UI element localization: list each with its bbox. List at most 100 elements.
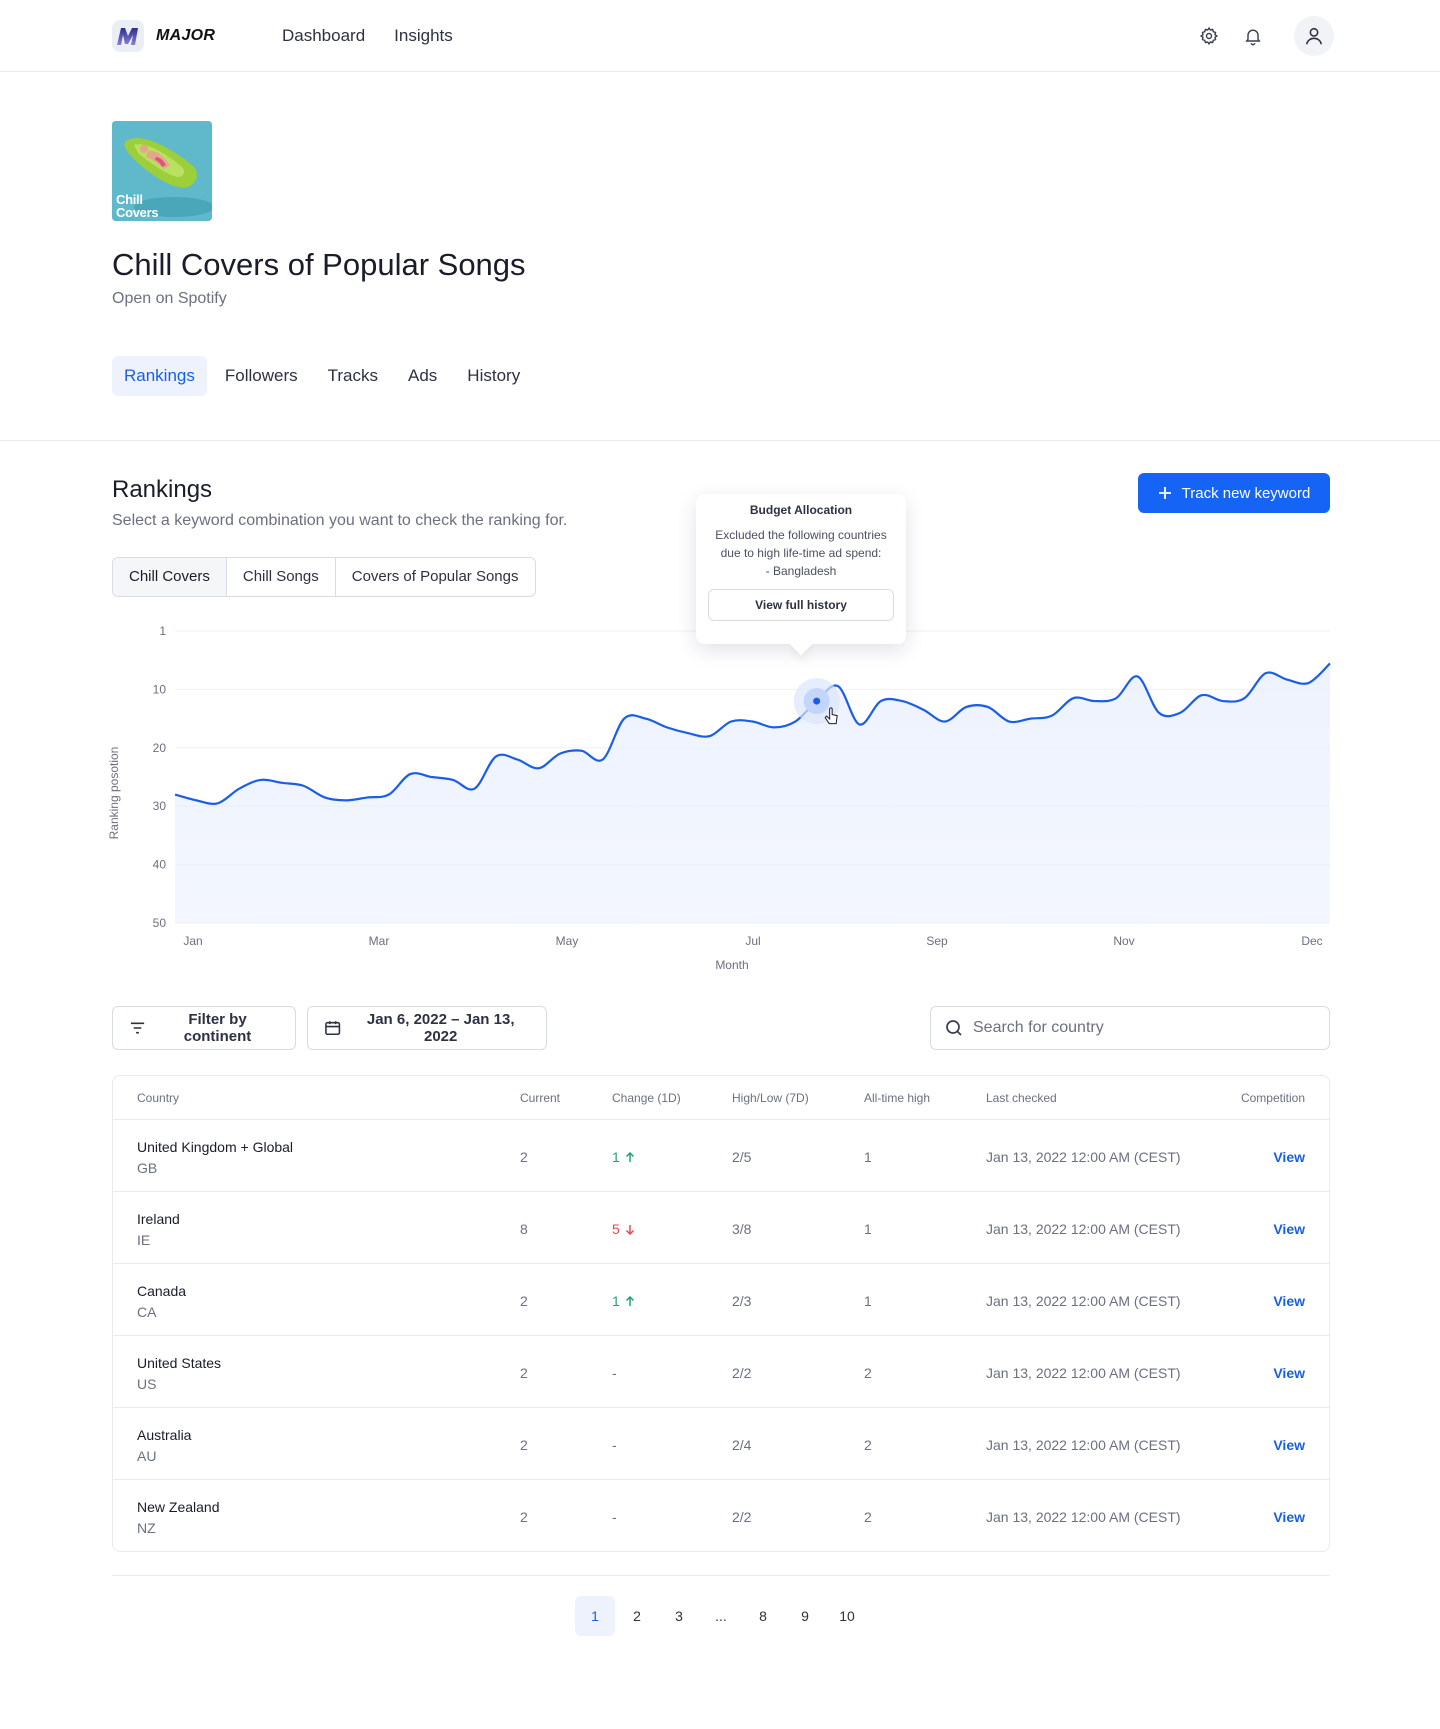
tab-tracks[interactable]: Tracks [316, 356, 390, 396]
pagination-divider [112, 1575, 1330, 1576]
country-code: NZ [137, 1520, 156, 1536]
tab-history[interactable]: History [455, 356, 532, 396]
last-checked: Jan 13, 2022 12:00 AM (CEST) [986, 1149, 1181, 1165]
page-button[interactable]: 1 [575, 1596, 615, 1636]
country-code: AU [137, 1448, 157, 1464]
tab-followers[interactable]: Followers [213, 356, 310, 396]
view-competition-link[interactable]: View [1273, 1365, 1305, 1381]
table-row: New Zealand NZ 2 - 2/2 2 Jan 13, 2022 12:00 AM… [113, 1480, 1329, 1551]
all-time-high: 2 [864, 1365, 872, 1381]
ranking-chart[interactable]: 1 10 20 30 40 50 Jan Mar May Jul Sep Nov Dec Month [0, 610, 1440, 980]
section-divider [0, 440, 1440, 441]
page-button[interactable]: 3 [659, 1596, 699, 1636]
change-cell: - [612, 1437, 617, 1453]
y-tick-label: 50 [153, 916, 167, 930]
page-button[interactable]: 10 [827, 1596, 867, 1636]
table-row: United States US 2 - 2/2 2 Jan 13, 2022 12:00 … [113, 1336, 1329, 1408]
view-competition-link[interactable]: View [1273, 1293, 1305, 1309]
x-tick-label: Sep [926, 934, 948, 948]
all-time-high: 2 [864, 1509, 872, 1525]
keyword-chill-covers[interactable]: Chill Covers [113, 558, 227, 596]
y-tick-label: 1 [159, 624, 166, 638]
all-time-high: 1 [864, 1221, 872, 1237]
cover-label-line2: Covers [116, 205, 159, 220]
country-cell: Australia AU [137, 1427, 191, 1464]
change-cell: 5 [612, 1221, 635, 1237]
open-on-spotify-link[interactable]: Open on Spotify [112, 290, 227, 308]
change-cell: - [612, 1365, 617, 1381]
logo-mark-icon [112, 20, 144, 52]
page-button[interactable]: 2 [617, 1596, 657, 1636]
all-time-high: 1 [864, 1149, 872, 1165]
arrow-down-icon [625, 1224, 634, 1235]
country-code: CA [137, 1304, 157, 1320]
page-button[interactable]: 9 [785, 1596, 825, 1636]
x-tick-label: Dec [1301, 934, 1322, 948]
x-tick-label: Jan [183, 934, 202, 948]
keyword-chill-songs[interactable]: Chill Songs [227, 558, 336, 596]
high-low: 2/3 [732, 1293, 752, 1309]
search-icon [946, 1020, 962, 1036]
header-last-checked: Last checked [986, 1091, 1057, 1105]
view-competition-link[interactable]: View [1273, 1221, 1305, 1237]
date-range-button[interactable]: Jan 6, 2022 – Jan 13, 2022 [307, 1006, 547, 1050]
header-change: Change (1D) [612, 1091, 681, 1105]
table-row: United Kingdom + Global GB 2 1 2/5 1 Jan 13, 2… [113, 1120, 1329, 1192]
y-tick-label: 30 [153, 799, 167, 813]
current-rank: 2 [520, 1509, 528, 1525]
view-competition-link[interactable]: View [1273, 1437, 1305, 1453]
page-title: Chill Covers of Popular Songs [112, 247, 526, 282]
page-button[interactable]: 8 [743, 1596, 783, 1636]
avatar[interactable] [1294, 16, 1334, 56]
rankings-title: Rankings [112, 476, 213, 503]
nav-dashboard[interactable]: Dashboard [282, 26, 365, 46]
bell-icon [1245, 29, 1261, 46]
tab-rankings[interactable]: Rankings [112, 356, 207, 396]
user-icon [1305, 27, 1323, 45]
country-code: GB [137, 1160, 158, 1176]
x-axis-title: Month [715, 958, 748, 972]
change-cell: - [612, 1509, 617, 1525]
logo[interactable]: MAJOR [112, 20, 215, 52]
cover-label: Chill Covers [116, 193, 159, 220]
view-full-history-button[interactable]: View full history [708, 589, 894, 621]
header-highlow: High/Low (7D) [732, 1091, 809, 1105]
filter-icon [130, 1022, 145, 1034]
change-value: 1 [612, 1293, 620, 1309]
last-checked: Jan 13, 2022 12:00 AM (CEST) [986, 1221, 1181, 1237]
tooltip-line: due to high life-time ad spend: [720, 546, 882, 560]
keyword-covers-of-popular-songs[interactable]: Covers of Popular Songs [336, 558, 535, 596]
brand-name: MAJOR [156, 27, 216, 44]
track-new-keyword-button[interactable]: Track new keyword [1138, 473, 1330, 513]
last-checked: Jan 13, 2022 12:00 AM (CEST) [986, 1437, 1181, 1453]
country-name: New Zealand [137, 1499, 220, 1515]
country-name: United Kingdom + Global [137, 1139, 294, 1155]
current-rank: 2 [520, 1365, 528, 1381]
all-time-high: 1 [864, 1293, 872, 1309]
search-box[interactable] [930, 1006, 1330, 1050]
view-competition-link[interactable]: View [1273, 1149, 1305, 1165]
filter-by-continent-button[interactable]: Filter by continent [112, 1006, 296, 1050]
header-competition: Competition [1240, 1091, 1305, 1105]
nav-insights[interactable]: Insights [394, 26, 453, 46]
header-all-time-high: All-time high [864, 1091, 931, 1105]
country-code: IE [137, 1232, 151, 1248]
search-input[interactable] [973, 1019, 1303, 1037]
header-current: Current [520, 1091, 561, 1105]
x-tick-label: Mar [369, 934, 390, 948]
table-row: Ireland IE 8 5 3/8 1 Jan 13, 2022 12:00 AM (CE… [113, 1192, 1329, 1264]
x-tick-label: May [556, 934, 579, 948]
notifications-button[interactable] [1238, 16, 1268, 56]
settings-button[interactable] [1194, 16, 1224, 56]
change-value: - [612, 1437, 617, 1453]
view-competition-link[interactable]: View [1273, 1509, 1305, 1525]
last-checked: Jan 13, 2022 12:00 AM (CEST) [986, 1293, 1181, 1309]
tab-ads[interactable]: Ads [396, 356, 449, 396]
country-name: Canada [137, 1283, 187, 1299]
highlight-point [813, 697, 821, 705]
country-cell: New Zealand NZ [137, 1499, 220, 1536]
filter-by-continent-label: Filter by continent [183, 1011, 252, 1045]
arrow-up-icon [625, 1151, 634, 1162]
high-low: 2/2 [732, 1509, 752, 1525]
top-actions [1194, 16, 1334, 56]
